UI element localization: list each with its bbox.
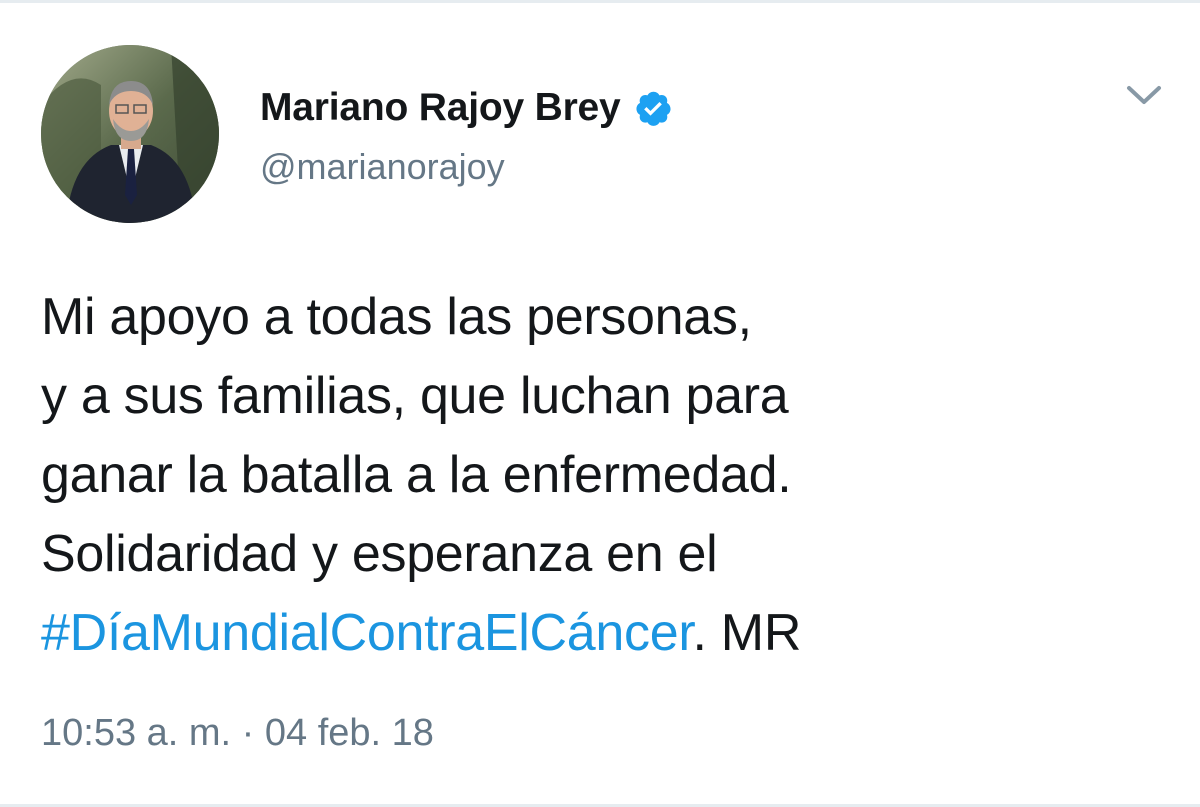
tweet-header: Mariano Rajoy Brey @marianorajoy [260,78,673,188]
hashtag-link[interactable]: #DíaMundialContraElCáncer [41,604,693,662]
tweet-signoff: . MR [692,604,802,662]
tweet-text-line: Mi apoyo a todas las personas, [41,288,752,346]
tweet-text-line: ganar la batalla a la enfermedad. [41,446,792,504]
chevron-down-icon[interactable] [1124,82,1164,108]
tweet-text-line: Solidaridad y esperanza en el [41,525,718,583]
top-divider [0,0,1200,3]
tweet-text-line: y a sus familias, que luchan para [41,367,789,425]
username-handle[interactable]: @marianorajoy [260,146,673,188]
avatar[interactable] [41,45,219,223]
verified-badge-icon [633,88,673,128]
name-row: Mariano Rajoy Brey [260,78,673,138]
tweet-text-last-line: #DíaMundialContraElCáncer. MR [41,594,1171,673]
tweet-timestamp[interactable]: 10:53 a. m. · 04 feb. 18 [41,712,434,755]
tweet-text: Mi apoyo a todas las personas, y a sus f… [41,278,1171,673]
display-name[interactable]: Mariano Rajoy Brey [260,86,621,130]
